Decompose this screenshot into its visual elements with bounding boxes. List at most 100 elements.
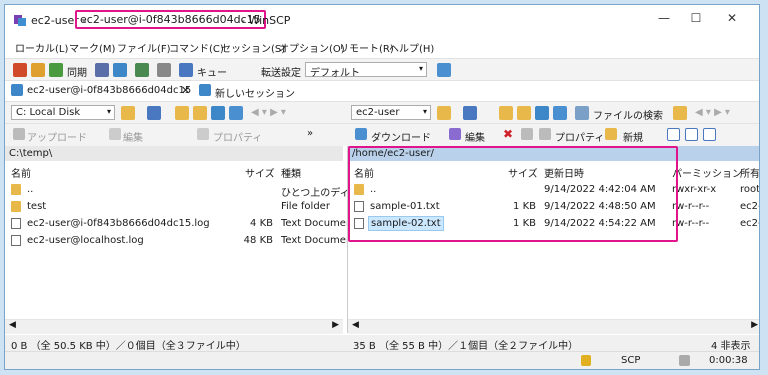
local-col-name[interactable]: 名前 [11,165,31,180]
home-icon[interactable] [535,106,549,120]
scroll-right-icon[interactable]: ▶ [332,320,339,330]
open-folder-icon[interactable] [437,106,451,120]
remote-pane: /home/ec2-user/ 名前 サイズ 更新日時 パーミッション 所有 .… [347,146,759,334]
maximize-button[interactable]: ☐ [681,11,711,29]
tab-session[interactable]: ec2-user@i-0f843b8666d04dc15 [27,85,191,96]
winscp-window: ec2-user - ec2-user@i-0f843b8666d04dc15 … [4,4,760,370]
local-col-type[interactable]: 種類 [281,165,301,180]
find-files-icon[interactable] [575,106,589,120]
session-timer: 0:00:38 [709,355,748,366]
remote-col-owner[interactable]: 所有 [740,165,759,180]
edit-icon[interactable] [109,128,121,140]
root-dir-icon[interactable] [517,106,531,120]
transfer-settings-select[interactable]: デフォルト ▾ [305,62,427,79]
filter-icon[interactable] [147,106,161,120]
remote-dir-value: ec2-user [356,107,400,118]
filter-select-icon[interactable] [703,128,716,141]
menu-bar: ローカル(L) マーク(M) ファイル(F) コマンド(C) セッション(S) … [5,37,759,57]
upload-icon[interactable] [13,128,25,140]
find-files-label[interactable]: ファイルの検索 [593,107,663,122]
title-app: - WinSCP [241,14,291,27]
remote-status: 35 B （全 55 B 中）／１個目（全２ファイル中） [353,341,579,352]
scroll-left-icon[interactable]: ◀ [9,320,16,330]
menu-help[interactable]: ヘルプ(H) [389,40,434,55]
overflow-chevron-icon[interactable]: » [307,128,313,139]
properties-icon[interactable] [197,128,209,140]
remote-col-permissions[interactable]: パーミッション [672,165,742,180]
local-hscrollbar[interactable]: ◀ ▶ [5,319,343,334]
queue-icon[interactable] [179,63,193,77]
find-files-icon[interactable] [135,63,149,77]
connection-bar: SCP 0:00:38 [5,351,759,369]
local-path[interactable]: C:\temp\ [5,146,343,161]
deselect-icon[interactable] [685,128,698,141]
properties-button[interactable]: プロパティ [213,129,262,144]
rename-icon[interactable] [521,128,533,140]
preferences-gear-icon[interactable] [157,63,171,77]
protocol-label: SCP [621,355,641,366]
root-dir-icon[interactable] [193,106,207,120]
edit-button[interactable]: 編集 [123,129,143,144]
menu-remote[interactable]: リモート(R) [339,40,394,55]
remote-action-toolbar: ダウンロード 編集 ✖ プロパティ 新規 [347,123,759,146]
minimize-button[interactable]: — [649,11,679,29]
hidden-count: 4 非表示 [711,341,751,352]
remote-hscrollbar[interactable]: ◀ ▶ [348,319,759,334]
select-all-icon[interactable] [667,128,680,141]
back-icon[interactable]: ◀ ▾ ▶ ▾ [251,107,286,118]
session-tabs: ec2-user@i-0f843b8666d04dc15 ✕ 新しいセッション [5,80,759,101]
new-button[interactable]: 新規 [623,129,643,144]
status-bar: 0 B （全 50.5 KB 中）／０個目（全３ファイル中） 35 B （全 5… [5,335,759,352]
remote-dir-select[interactable]: ec2-user ▾ [351,105,431,120]
refresh-icon[interactable] [553,106,567,120]
global-icon[interactable] [437,63,451,77]
close-tab-icon[interactable]: ✕ [181,84,190,97]
chevron-down-icon: ▾ [106,107,111,116]
edit-icon[interactable] [449,128,461,140]
local-col-size[interactable]: サイズ [245,165,275,180]
properties-button[interactable]: プロパティ [555,129,604,144]
compare-icon[interactable] [13,63,27,77]
menu-session[interactable]: セッション(S) [221,40,285,55]
new-icon[interactable] [605,128,617,140]
local-drive-select[interactable]: C: Local Disk ▾ [11,105,115,120]
main-toolbar: 同期 キュー 転送設定 デフォルト ▾ [5,58,759,81]
open-folder-icon[interactable] [121,106,135,120]
putty-icon[interactable] [113,63,127,77]
menu-options[interactable]: オプション(O) [279,40,345,55]
parent-dir-icon[interactable] [175,106,189,120]
parent-dir-icon[interactable] [499,106,513,120]
remote-toolbar: ec2-user ▾ ファイルの検索 ◀ ▾ ▶ ▾ [347,101,759,124]
menu-local[interactable]: ローカル(L) [15,40,68,55]
filter-icon[interactable] [463,106,477,120]
back-icon[interactable]: ◀ ▾ ▶ ▾ [695,107,730,118]
menu-file[interactable]: ファイル(F) [117,40,171,55]
edit-button[interactable]: 編集 [465,129,485,144]
tab-new-session[interactable]: 新しいセッション [215,85,295,100]
console-icon[interactable] [95,63,109,77]
tree-icon[interactable] [673,106,687,120]
title-bar: ec2-user - ec2-user@i-0f843b8666d04dc15 … [5,5,759,35]
sync-dirs-icon[interactable] [31,63,45,77]
scroll-right-icon[interactable]: ▶ [751,320,758,330]
chevron-down-icon: ▾ [418,64,423,73]
scroll-left-icon[interactable]: ◀ [352,320,359,330]
session-icon [11,84,23,96]
refresh-icon[interactable] [229,106,243,120]
download-button[interactable]: ダウンロード [371,129,431,144]
connection-icon [679,355,690,366]
local-pane: C:\temp\ 名前 サイズ 種類 .. ひとつ上のディレ test File… [5,146,360,334]
upload-button[interactable]: アップロード [27,129,87,144]
menu-mark[interactable]: マーク(M) [69,40,115,55]
parent-folder-icon [11,184,21,195]
sync-label[interactable]: 同期 [67,64,87,79]
sync-icon[interactable] [49,63,63,77]
close-button[interactable]: ✕ [717,11,747,29]
download-icon[interactable] [355,128,367,140]
queue-label[interactable]: キュー [197,64,227,79]
home-icon[interactable] [211,106,225,120]
menu-command[interactable]: コマンド(C) [169,40,224,55]
delete-icon[interactable]: ✖ [503,127,513,141]
chevron-down-icon: ▾ [422,107,427,116]
properties-icon[interactable] [539,128,551,140]
